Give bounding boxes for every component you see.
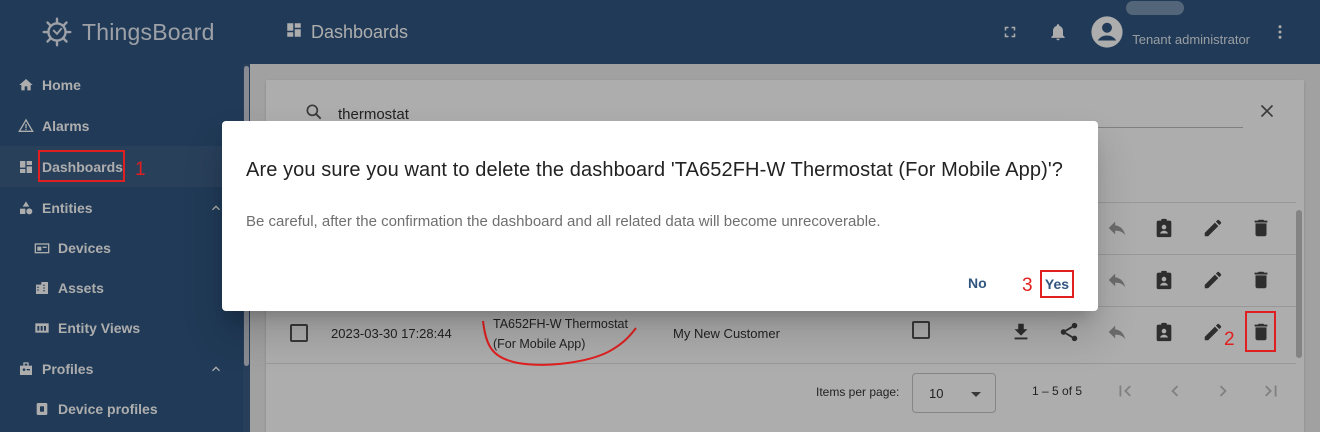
dialog-message: Be careful, after the confirmation the d… bbox=[246, 213, 881, 230]
no-button[interactable]: No bbox=[968, 275, 987, 291]
annotation-box-dashboards bbox=[38, 150, 125, 182]
yes-button[interactable]: Yes bbox=[1040, 270, 1074, 298]
annotation-underline bbox=[482, 320, 637, 366]
annotation-box-delete bbox=[1245, 311, 1276, 352]
annotation-step-1: 1 bbox=[135, 159, 146, 180]
dialog-title: Are you sure you want to delete the dash… bbox=[246, 159, 1063, 181]
annotation-step-3: 3 bbox=[1022, 275, 1033, 296]
annotation-step-2: 2 bbox=[1224, 329, 1235, 350]
confirm-delete-dialog: Are you sure you want to delete the dash… bbox=[222, 121, 1098, 311]
